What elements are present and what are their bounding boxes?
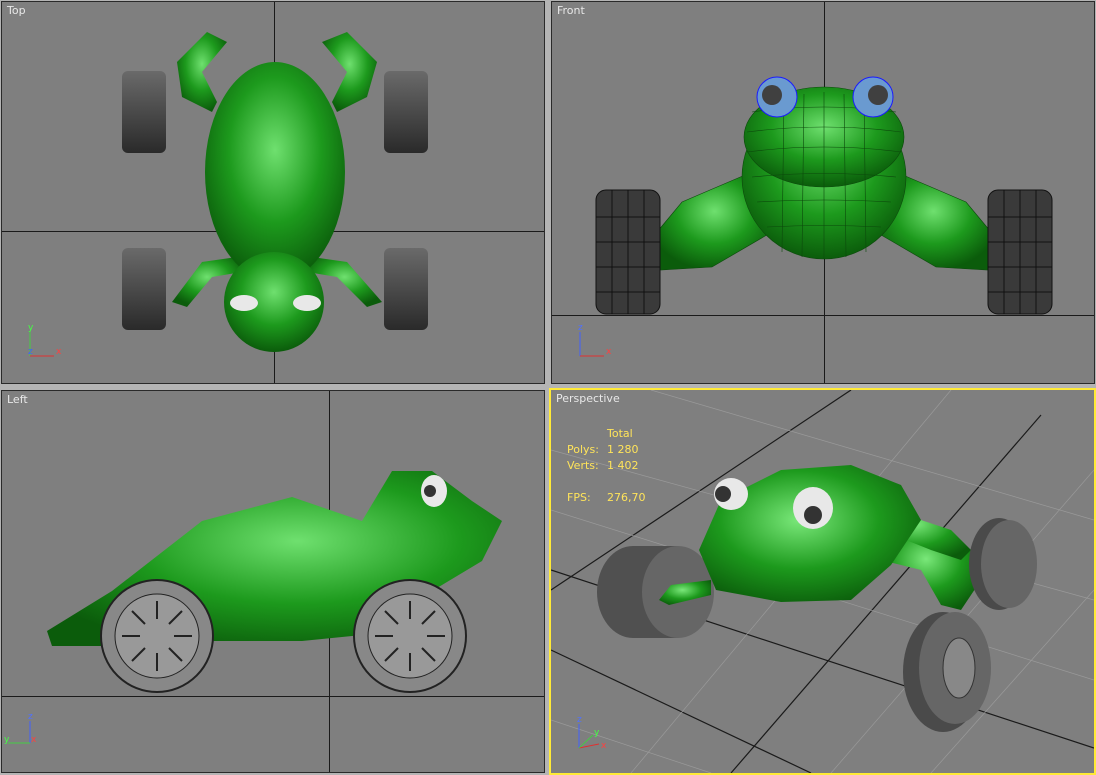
stats-header: Total [607, 427, 633, 440]
viewport-perspective[interactable]: z x y Perspective Total Polys: 1 280 Vert… [549, 388, 1096, 775]
frog-pupil-right [868, 85, 888, 105]
top-view-scene: y x z [28, 32, 428, 357]
polys-label: Polys: [567, 443, 599, 456]
axis-gizmo: z x [578, 323, 612, 357]
frog-pupil [424, 485, 436, 497]
svg-text:x: x [56, 347, 62, 357]
axis-gizmo: y x z [28, 323, 62, 357]
wheel-front-right [384, 71, 428, 153]
viewport-left[interactable]: z x y Left [1, 390, 545, 773]
frog-eye-right [293, 295, 321, 311]
frog-pupil-right [804, 506, 822, 524]
wheel-front-left [122, 71, 166, 153]
frog-pupil-left [762, 85, 782, 105]
svg-text:z: z [28, 712, 33, 722]
frog-leg-right [322, 32, 377, 112]
viewport-top[interactable]: y x z Top [1, 1, 545, 384]
fps-value: 276,70 [607, 491, 646, 504]
wheel-rear [100, 579, 214, 693]
verts-value: 1 402 [607, 459, 639, 472]
svg-text:z: z [28, 347, 33, 357]
wheel-rear-right [969, 518, 1037, 610]
wheel-front [353, 579, 467, 693]
wheel-right [987, 189, 1053, 315]
viewport-front[interactable]: z x Front [551, 1, 1095, 384]
axis-gizmo: z x y [577, 715, 607, 751]
front-view-scene: z x [578, 76, 1053, 357]
viewport-label-front[interactable]: Front [557, 4, 585, 17]
svg-text:y: y [28, 323, 34, 333]
verts-label: Verts: [567, 459, 599, 472]
axis-gizmo: z x y [4, 712, 37, 745]
viewport-statistics: Total Polys: 1 280 Verts: 1 402 FPS: 276,70 [567, 426, 646, 506]
fps-label: FPS: [567, 491, 591, 504]
svg-text:y: y [594, 728, 600, 738]
svg-text:x: x [606, 347, 612, 357]
viewport-label-top[interactable]: Top [7, 4, 26, 17]
svg-text:y: y [4, 735, 10, 745]
frog-pupil-left [715, 486, 731, 502]
viewport-label-left[interactable]: Left [7, 393, 28, 406]
svg-text:x: x [31, 735, 37, 745]
frog-body [205, 62, 345, 282]
wheel-front-right [903, 612, 991, 732]
left-view-scene: z x y [4, 471, 502, 745]
svg-text:z: z [578, 323, 583, 333]
wheel-rear-right [384, 248, 428, 330]
wheel-left [595, 189, 661, 315]
frog-leg-left [177, 32, 227, 112]
polys-value: 1 280 [607, 443, 639, 456]
viewport-label-perspective[interactable]: Perspective [556, 392, 620, 405]
wheel-rear-left [122, 248, 166, 330]
svg-text:z: z [577, 715, 582, 725]
frog-eye-left [230, 295, 258, 311]
svg-text:x: x [601, 741, 607, 751]
